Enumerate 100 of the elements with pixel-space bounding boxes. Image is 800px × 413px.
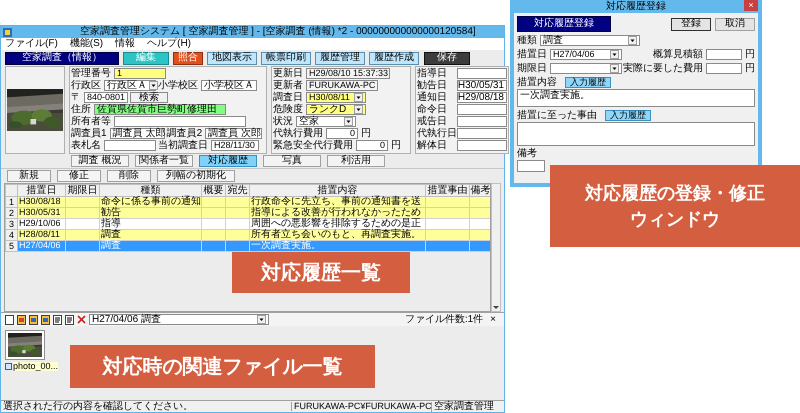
search-button[interactable]: 検索 xyxy=(130,92,168,103)
text-area[interactable]: 一次調査実施。 xyxy=(517,89,755,107)
table-cell: H30/05/31 xyxy=(19,207,61,217)
dialog-button[interactable]: 登録 xyxy=(671,18,711,30)
file-thumbnail[interactable] xyxy=(5,330,45,360)
table-row[interactable]: 5 H27/04/06 調査 一次調査実施。 xyxy=(6,240,490,252)
status-text: 空家調査管理 xyxy=(431,402,496,412)
row-number: 1 xyxy=(8,196,14,206)
column-header: 概要 xyxy=(204,184,224,196)
text-field[interactable]: 840-0801 xyxy=(84,92,128,103)
dropdown[interactable] xyxy=(550,63,622,74)
column-header: 種類 xyxy=(140,184,160,196)
screen-title: 空家調査（情報） xyxy=(5,52,119,64)
delete-icon[interactable] xyxy=(77,315,86,324)
menu-item[interactable]: ファイル(F) xyxy=(5,39,58,49)
text-field[interactable]: 調査員 次郎 xyxy=(205,128,262,139)
toolbar-button[interactable]: 照合 xyxy=(173,52,203,64)
dropdown[interactable]: 空家 xyxy=(296,116,356,127)
text-area[interactable] xyxy=(517,160,545,172)
text-area[interactable] xyxy=(517,122,755,146)
callout-text: 対応履歴の登録・修正 xyxy=(585,184,765,202)
document-icon[interactable] xyxy=(53,314,62,324)
menu-item[interactable]: ヘルプ(H) xyxy=(147,39,192,49)
document-icon[interactable] xyxy=(65,314,74,324)
tab[interactable]: 利活用 xyxy=(327,155,385,167)
text-field[interactable]: 1 xyxy=(114,68,166,79)
row-number: 3 xyxy=(8,218,14,228)
table-cell: 調査 xyxy=(101,229,121,240)
text-field[interactable]: H29/08/10 15:37:33 xyxy=(306,68,390,79)
field-label: 通知日 xyxy=(417,92,447,102)
row-number: 2 xyxy=(8,208,14,218)
unit-label: 円 xyxy=(391,140,401,150)
column-header: 備考 xyxy=(470,184,490,196)
date-field[interactable] xyxy=(457,140,507,151)
text-field[interactable]: 調査員 太郎 xyxy=(110,128,165,139)
unit-label: 円 xyxy=(745,64,755,74)
field-label: 小学校区 xyxy=(158,80,198,90)
text-field[interactable]: 佐賀県佐賀市巨勢町修理田 xyxy=(94,104,226,115)
text-field[interactable]: 小学校区Ａ xyxy=(201,80,257,91)
toolbar-button[interactable]: 履歴作成 xyxy=(369,52,419,64)
text-field[interactable] xyxy=(706,63,742,74)
tab[interactable]: 調査 概況 xyxy=(71,155,129,167)
unit-label: 円 xyxy=(745,50,755,60)
dialog-header: 対応履歴登録 xyxy=(517,16,611,32)
table-cell: H28/08/11 xyxy=(19,229,60,239)
history-button[interactable]: 入力履歴 xyxy=(605,110,651,121)
dropdown[interactable]: ランクD xyxy=(306,104,366,115)
close-button[interactable]: × xyxy=(744,0,758,11)
menu-item[interactable]: 情報 xyxy=(115,39,136,49)
action-button[interactable]: 削除 xyxy=(107,170,151,182)
dropdown[interactable]: H30/08/11 xyxy=(306,92,366,103)
field-label: 危険度 xyxy=(273,104,303,114)
action-button[interactable]: 修正 xyxy=(57,170,101,182)
dialog-button[interactable]: 取消 xyxy=(715,18,755,30)
text-field[interactable]: FURUKAWA-PC xyxy=(306,80,378,91)
tab[interactable]: 対応履歴 xyxy=(199,155,257,167)
toolbar-button[interactable]: 履歴管理 xyxy=(315,52,365,64)
date-field[interactable] xyxy=(457,116,507,127)
date-field[interactable]: H29/08/18 xyxy=(457,92,507,103)
dropdown[interactable]: 行政区Ａ xyxy=(104,80,156,91)
toolbar-button[interactable]: 帳票印刷 xyxy=(261,52,311,64)
field-label: 緊急安全代行費用 xyxy=(273,140,353,150)
text-field[interactable]: H28/11/30 xyxy=(211,140,259,151)
date-field[interactable] xyxy=(457,68,507,79)
history-button[interactable]: 入力履歴 xyxy=(565,77,611,88)
text-field[interactable] xyxy=(114,116,246,127)
table-cell: 一次調査実施。 xyxy=(251,240,321,251)
table-row[interactable]: 4 H28/08/11 調査 所有者立ち会いのもと、再調査実施。 xyxy=(6,230,490,240)
tab[interactable]: 写真 xyxy=(263,155,321,167)
text-field[interactable]: 0 xyxy=(326,128,358,139)
dropdown[interactable]: H27/04/06 xyxy=(550,49,622,60)
table-row[interactable]: 3 H29/10/06 指導 周囲への悪影響を排除するための是正 xyxy=(6,218,490,230)
toolbar-button[interactable]: 地図表示 xyxy=(207,52,257,64)
dropdown[interactable]: H27/04/06 調査 xyxy=(89,314,269,325)
text-field[interactable]: 0 xyxy=(356,140,388,151)
text-field[interactable] xyxy=(104,140,156,151)
image-file-icon xyxy=(5,363,12,370)
field-label: 概算見積額 xyxy=(653,50,703,60)
tab[interactable]: 関係者一覧 xyxy=(135,155,193,167)
field-label: 状況 xyxy=(273,116,293,126)
text-field[interactable] xyxy=(706,49,742,60)
table-row[interactable]: 2 H30/05/31 勧告 指導による改善が行われなかったため xyxy=(6,208,490,218)
table-cell: 所有者立ち会いのもと、再調査実施。 xyxy=(251,229,421,240)
close-button[interactable]: × xyxy=(486,314,500,324)
field-label: 調査日 xyxy=(273,92,303,102)
new-file-icon[interactable] xyxy=(5,314,14,324)
dropdown[interactable]: 調査 xyxy=(540,35,640,46)
field-label: 住所 xyxy=(71,104,91,114)
date-field[interactable]: H30/05/31 xyxy=(457,80,507,91)
action-button[interactable]: 列幅の初期化 xyxy=(157,170,235,182)
field-label: 所有者等 xyxy=(71,116,111,126)
column-header: 宛先 xyxy=(228,184,248,196)
date-field[interactable] xyxy=(457,128,507,139)
table-row[interactable]: 1 H30/08/18 命令に係る事前の通知 行政命令に先立ち、事前の通知書を送 xyxy=(6,196,490,208)
column-header: 措置事由 xyxy=(428,184,468,196)
field-label: 措置内容 xyxy=(517,78,557,88)
date-field[interactable] xyxy=(457,104,507,115)
menu-item[interactable]: 機能(S) xyxy=(70,39,104,49)
toolbar-button[interactable]: 保存 xyxy=(424,52,470,64)
action-button[interactable]: 新規 xyxy=(7,170,51,182)
